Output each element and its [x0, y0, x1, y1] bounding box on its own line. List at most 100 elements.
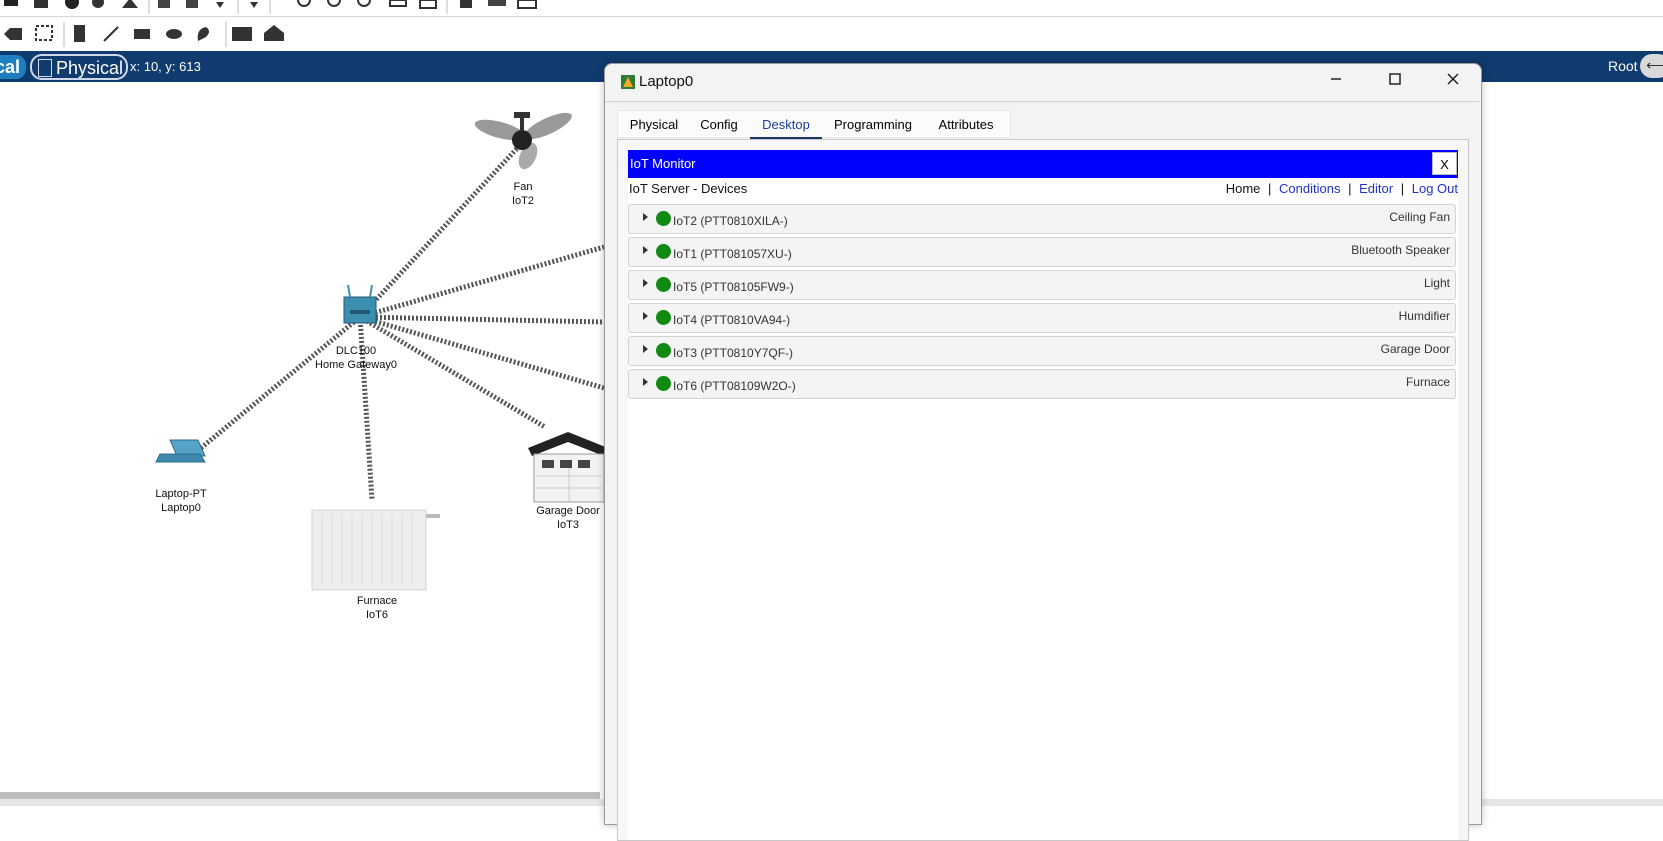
desktop-panel: IoT Monitor X IoT Server - Devices Home …: [617, 139, 1469, 841]
network-info-icon[interactable]: [488, 0, 506, 6]
undo-icon[interactable]: [216, 2, 224, 8]
maximize-button[interactable]: [1370, 66, 1420, 98]
iot-server-subtitle: IoT Server - Devices: [629, 181, 748, 196]
device-type: Light: [1423, 276, 1450, 290]
garage-label-line2: IoT3: [556, 519, 579, 531]
user-icon[interactable]: [92, 0, 104, 8]
zoom-in-icon[interactable]: [297, 0, 311, 7]
expand-caret-icon[interactable]: [643, 279, 648, 287]
freeform-tool-icon[interactable]: [197, 27, 209, 41]
paste-icon[interactable]: [186, 0, 198, 8]
select-icon[interactable]: [35, 25, 53, 41]
garage-door-icon[interactable]: [528, 432, 608, 503]
note-icon[interactable]: [74, 25, 85, 42]
expand-caret-icon[interactable]: [643, 213, 648, 221]
save-icon[interactable]: [4, 0, 18, 6]
simple-pdu-icon[interactable]: [232, 27, 252, 41]
copy-icon[interactable]: [158, 0, 170, 8]
close-icon: [1447, 73, 1459, 85]
main-toolbar: [0, 0, 1663, 17]
physical-page-icon: [38, 59, 52, 77]
fan-label: Fan IoT2: [498, 180, 548, 208]
device-name: IoT1 (PTT081057XU-): [673, 247, 792, 261]
furnace-label-line2: IoT6: [365, 609, 388, 621]
expand-caret-icon[interactable]: [643, 246, 648, 254]
print-icon[interactable]: [34, 0, 48, 8]
toolbar-icons-row: [4, 0, 537, 14]
back-arrow-icon: ⟵: [1646, 57, 1663, 74]
help-icon[interactable]: [65, 0, 79, 9]
home-gateway-icon[interactable]: [343, 284, 377, 324]
status-online-icon: [656, 211, 671, 226]
physical-tab-label: Physical: [56, 58, 124, 78]
nav-conditions-link[interactable]: Conditions: [1279, 181, 1340, 196]
device-type: Ceiling Fan: [1389, 210, 1450, 224]
physical-tab[interactable]: Physical: [30, 54, 128, 80]
tab-config[interactable]: Config: [690, 111, 748, 137]
laptop-icon[interactable]: [155, 439, 206, 463]
tab-physical[interactable]: Physical: [618, 111, 690, 137]
link-gateway-offscreen-2[interactable]: [359, 314, 605, 325]
drawing-palette-icon[interactable]: [389, 0, 407, 7]
iot-monitor-title: IoT Monitor: [630, 156, 696, 171]
expand-caret-icon[interactable]: [643, 312, 648, 320]
minimize-button[interactable]: [1311, 66, 1361, 98]
zoom-reset-icon[interactable]: [327, 0, 341, 7]
ceiling-fan-icon[interactable]: [473, 108, 575, 172]
dialog-titlebar[interactable]: Laptop0: [605, 64, 1479, 102]
device-row[interactable]: IoT1 (PTT081057XU-) Bluetooth Speaker: [628, 237, 1456, 267]
ellipse-tool-icon[interactable]: [166, 29, 182, 39]
device-name: IoT3 (PTT0810Y7QF-): [673, 346, 794, 360]
line-tool-icon[interactable]: [103, 26, 119, 42]
link-gateway-fan[interactable]: [358, 140, 525, 319]
expand-caret-icon[interactable]: [643, 378, 648, 386]
rectangle-tool-icon[interactable]: [134, 29, 150, 39]
nav-separator: |: [1348, 181, 1352, 196]
zoom-out-icon[interactable]: [357, 0, 371, 7]
tab-attributes[interactable]: Attributes: [924, 111, 1008, 137]
tab-desktop[interactable]: Desktop: [750, 111, 822, 140]
device-name: IoT5 (PTT08105FW9-): [673, 280, 794, 294]
nav-home-link[interactable]: Home: [1226, 181, 1261, 196]
device-row[interactable]: IoT6 (PTT08109W2O-) Furnace: [628, 369, 1456, 399]
laptop-label-line1: Laptop-PT: [155, 488, 207, 500]
redo-icon[interactable]: [250, 2, 258, 8]
nav-logout-link[interactable]: Log Out: [1412, 181, 1458, 196]
device-name: IoT6 (PTT08109W2O-): [673, 379, 796, 393]
device-row[interactable]: IoT3 (PTT0810Y7QF-) Garage Door: [628, 336, 1456, 366]
back-arrow-button[interactable]: ⟵: [1640, 54, 1663, 78]
gateway-label-line2: Home Gateway0: [315, 359, 397, 371]
link-gateway-laptop[interactable]: [188, 315, 362, 459]
device-name: IoT4 (PTT0810VA94-): [673, 313, 791, 327]
iot-monitor-close-button[interactable]: X: [1432, 152, 1457, 175]
custom-devices-icon[interactable]: [419, 0, 437, 9]
delete-icon[interactable]: [4, 28, 22, 40]
furnace-label-line1: Furnace: [356, 595, 398, 607]
device-row[interactable]: IoT2 (PTT0810XILA-) Ceiling Fan: [628, 204, 1456, 234]
screenshot-icon[interactable]: [517, 0, 537, 9]
status-online-icon: [656, 277, 671, 292]
gateway-label: DLC100 Home Gateway0: [306, 344, 406, 372]
device-type: Humdifier: [1398, 309, 1450, 323]
device-template-icon[interactable]: [460, 0, 472, 8]
cursor-coordinates: x: 10, y: 613: [130, 59, 201, 74]
device-name: IoT2 (PTT0810XILA-): [673, 214, 788, 228]
close-button[interactable]: [1428, 66, 1478, 98]
device-row[interactable]: IoT5 (PTT08105FW9-) Light: [628, 270, 1456, 300]
complex-pdu-icon[interactable]: [264, 25, 284, 41]
iot-monitor-titlebar: IoT Monitor X: [628, 150, 1458, 178]
link-gateway-offscreen-1[interactable]: [359, 244, 605, 320]
minimize-icon: [1331, 78, 1341, 80]
root-label: Root: [1608, 58, 1638, 74]
furnace-radiator-icon[interactable]: [311, 509, 440, 591]
link-gateway-garage[interactable]: [358, 314, 547, 430]
horizontal-scrollbar[interactable]: [0, 792, 600, 799]
activity-wizard-icon[interactable]: [122, 0, 138, 8]
tab-programming[interactable]: Programming: [824, 111, 922, 137]
garage-label: Garage Door IoT3: [528, 504, 608, 532]
logical-tab[interactable]: cal: [0, 55, 26, 79]
device-row[interactable]: IoT4 (PTT0810VA94-) Humdifier: [628, 303, 1456, 333]
expand-caret-icon[interactable]: [643, 345, 648, 353]
nav-editor-link[interactable]: Editor: [1359, 181, 1393, 196]
status-online-icon: [656, 244, 671, 259]
